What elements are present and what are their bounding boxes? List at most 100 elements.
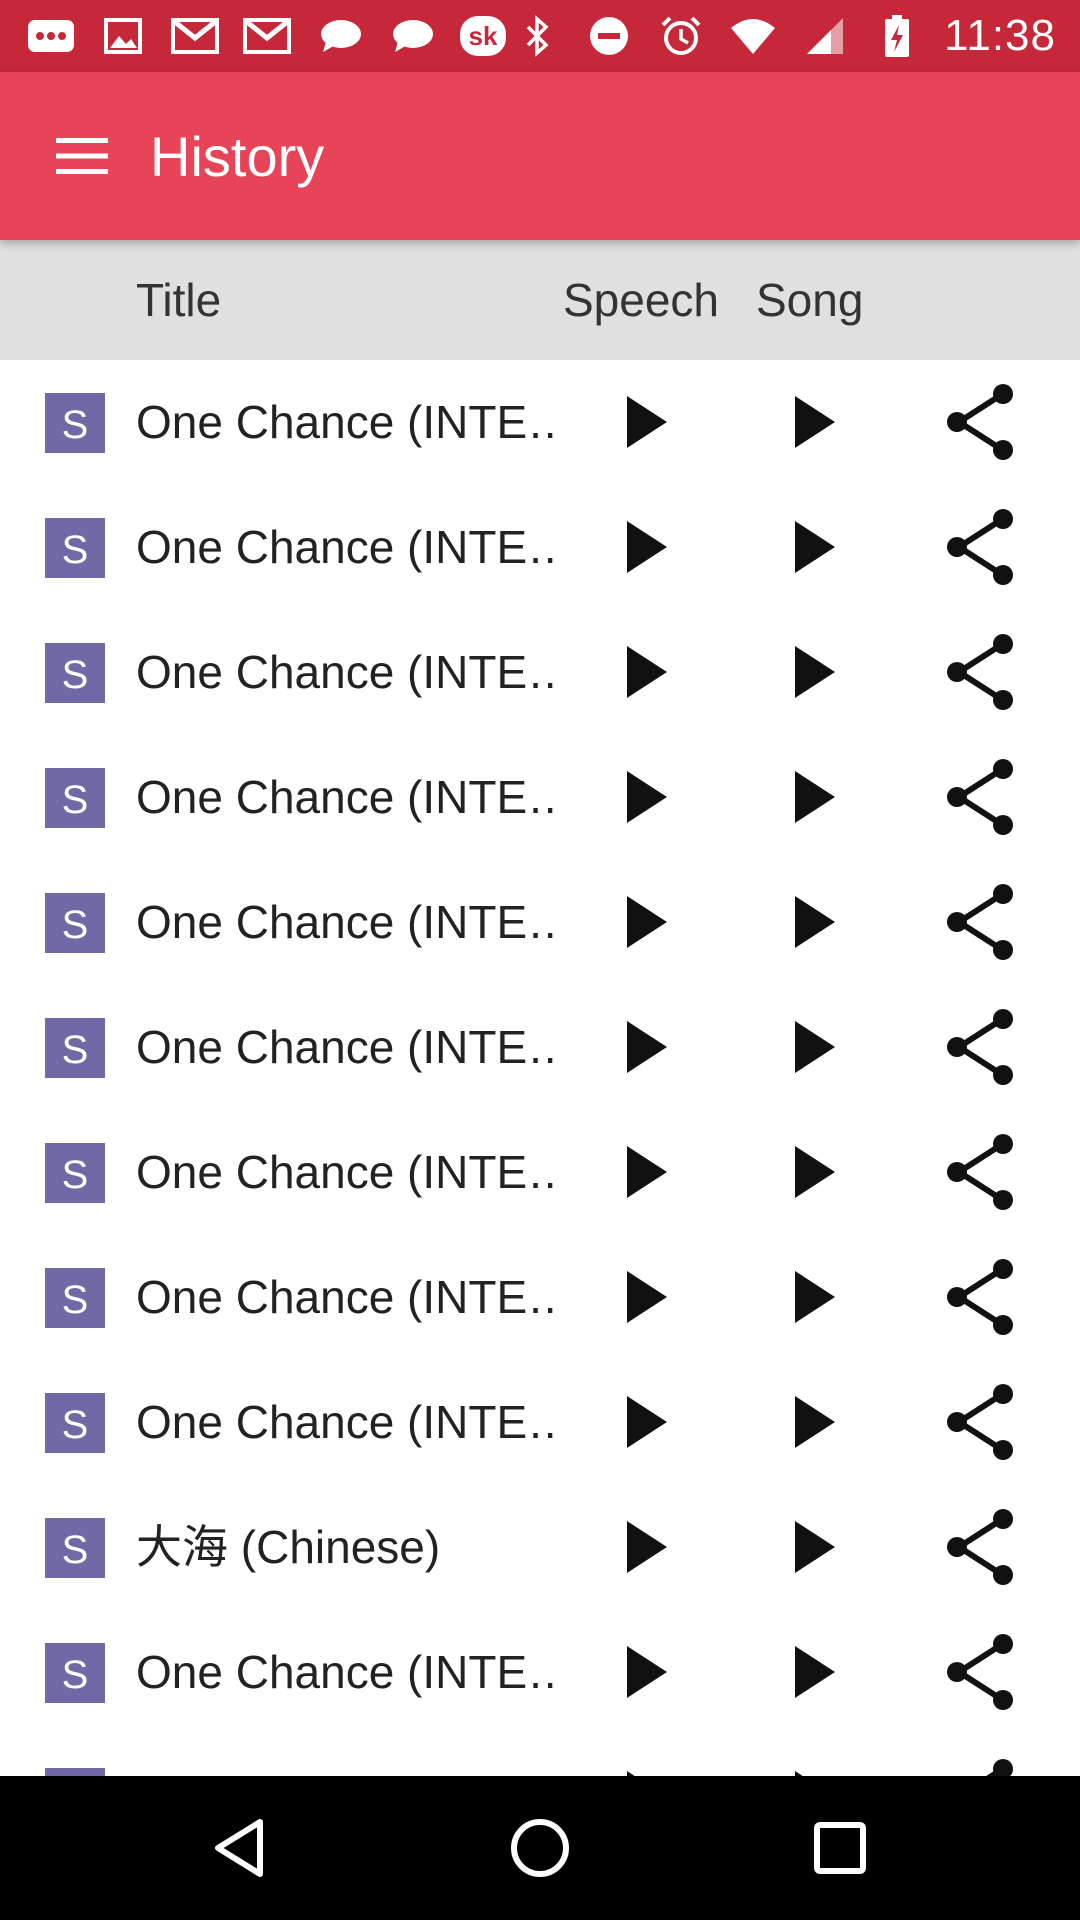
song-badge-icon: S — [45, 1768, 105, 1776]
share-icon[interactable] — [940, 757, 1020, 837]
back-triangle-icon[interactable] — [190, 1798, 290, 1898]
song-play-icon[interactable] — [774, 1257, 854, 1337]
speech-play-icon[interactable] — [606, 1132, 686, 1212]
song-title[interactable]: One Chance (INTE… — [136, 1110, 556, 1235]
speech-play-icon[interactable] — [606, 882, 686, 962]
page-title: History — [150, 124, 325, 188]
recents-square-icon[interactable] — [790, 1798, 890, 1898]
song-title[interactable]: One Chance (INTE… — [136, 610, 556, 735]
speech-play-icon[interactable] — [606, 632, 686, 712]
sk-app-icon: sk — [458, 14, 508, 58]
song-play-icon[interactable] — [774, 757, 854, 837]
system-icons: 11:38 — [512, 11, 1080, 61]
song-badge-icon: S — [45, 518, 105, 578]
song-badge-icon: S — [45, 1518, 105, 1578]
message-icon — [314, 14, 364, 58]
song-play-icon[interactable] — [774, 507, 854, 587]
song-badge-icon: S — [45, 893, 105, 953]
song-title[interactable]: One Chance (INTE… — [136, 985, 556, 1110]
song-title[interactable]: One Chance (INTE… — [136, 485, 556, 610]
wifi-icon — [728, 14, 778, 58]
song-play-icon[interactable] — [774, 882, 854, 962]
speech-play-icon[interactable] — [606, 757, 686, 837]
column-header: Title Speech Song — [0, 240, 1080, 360]
gmail-icon — [242, 14, 292, 58]
song-badge-icon: S — [45, 643, 105, 703]
song-play-icon[interactable] — [774, 1757, 854, 1776]
svg-text:sk: sk — [469, 21, 498, 51]
speech-play-icon[interactable] — [606, 1507, 686, 1587]
speech-play-icon[interactable] — [606, 1382, 686, 1462]
cell-signal-icon — [800, 14, 850, 58]
share-icon[interactable] — [940, 507, 1020, 587]
song-play-icon[interactable] — [774, 1007, 854, 1087]
speech-play-icon[interactable] — [606, 507, 686, 587]
do-not-disturb-icon — [584, 14, 634, 58]
share-icon[interactable] — [940, 882, 1020, 962]
share-icon[interactable] — [940, 1632, 1020, 1712]
status-bar: sk 11:38 — [0, 0, 1080, 72]
speech-play-icon[interactable] — [606, 1257, 686, 1337]
navigation-bar — [0, 1776, 1080, 1920]
list-item[interactable]: S — [0, 1735, 1080, 1776]
share-icon[interactable] — [940, 1007, 1020, 1087]
song-play-icon[interactable] — [774, 382, 854, 462]
song-badge-icon: S — [45, 1268, 105, 1328]
list-item[interactable]: S 大海 (Chinese) — [0, 1485, 1080, 1610]
speech-play-icon[interactable] — [606, 1007, 686, 1087]
clock-time: 11:38 — [944, 11, 1056, 60]
song-play-icon[interactable] — [774, 1632, 854, 1712]
bluetooth-icon — [512, 14, 562, 58]
song-badge-icon: S — [45, 1018, 105, 1078]
song-badge-icon: S — [45, 1643, 105, 1703]
list-item[interactable]: S One Chance (INTE… — [0, 610, 1080, 735]
song-title[interactable]: 大海 (Chinese) — [136, 1485, 556, 1610]
song-play-icon[interactable] — [774, 632, 854, 712]
song-title[interactable]: One Chance (INTE… — [136, 735, 556, 860]
image-icon — [98, 14, 148, 58]
column-song-label: Song — [756, 274, 864, 326]
speech-play-icon[interactable] — [606, 1632, 686, 1712]
list-item[interactable]: S One Chance (INTE… — [0, 1235, 1080, 1360]
hamburger-menu-icon[interactable] — [52, 126, 112, 186]
song-title[interactable]: One Chance (INTE… — [136, 1610, 556, 1735]
list-item[interactable]: S One Chance (INTE… — [0, 1110, 1080, 1235]
share-icon[interactable] — [940, 1757, 1020, 1776]
share-icon[interactable] — [940, 632, 1020, 712]
song-badge-icon: S — [45, 393, 105, 453]
list-item[interactable]: S One Chance (INTE… — [0, 485, 1080, 610]
home-circle-icon[interactable] — [490, 1798, 590, 1898]
share-icon[interactable] — [940, 382, 1020, 462]
battery-charging-icon — [872, 14, 922, 58]
chat-bubble-icon — [26, 14, 76, 58]
speech-play-icon[interactable] — [606, 382, 686, 462]
list-item[interactable]: S One Chance (INTE… — [0, 735, 1080, 860]
share-icon[interactable] — [940, 1132, 1020, 1212]
gmail-icon — [170, 14, 220, 58]
song-badge-icon: S — [45, 1143, 105, 1203]
list-item[interactable]: S One Chance (INTE… — [0, 985, 1080, 1110]
song-badge-icon: S — [45, 768, 105, 828]
song-title[interactable]: One Chance (INTE… — [136, 860, 556, 985]
share-icon[interactable] — [940, 1507, 1020, 1587]
app-bar: History — [0, 72, 1080, 240]
share-icon[interactable] — [940, 1382, 1020, 1462]
alarm-icon — [656, 14, 706, 58]
list-item[interactable]: S One Chance (INTE… — [0, 360, 1080, 485]
history-list[interactable]: S One Chance (INTE… S One Chance (INTE… S One… — [0, 360, 1080, 1776]
list-item[interactable]: S One Chance (INTE… — [0, 1360, 1080, 1485]
list-item[interactable]: S One Chance (INTE… — [0, 860, 1080, 985]
list-item[interactable]: S One Chance (INTE… — [0, 1610, 1080, 1735]
song-title[interactable] — [136, 1735, 556, 1776]
song-badge-icon: S — [45, 1393, 105, 1453]
song-play-icon[interactable] — [774, 1132, 854, 1212]
share-icon[interactable] — [940, 1257, 1020, 1337]
message-icon — [386, 14, 436, 58]
song-title[interactable]: One Chance (INTE… — [136, 360, 556, 485]
speech-play-icon[interactable] — [606, 1757, 686, 1776]
song-title[interactable]: One Chance (INTE… — [136, 1360, 556, 1485]
notification-icons: sk — [0, 14, 508, 58]
song-play-icon[interactable] — [774, 1507, 854, 1587]
song-title[interactable]: One Chance (INTE… — [136, 1235, 556, 1360]
song-play-icon[interactable] — [774, 1382, 854, 1462]
